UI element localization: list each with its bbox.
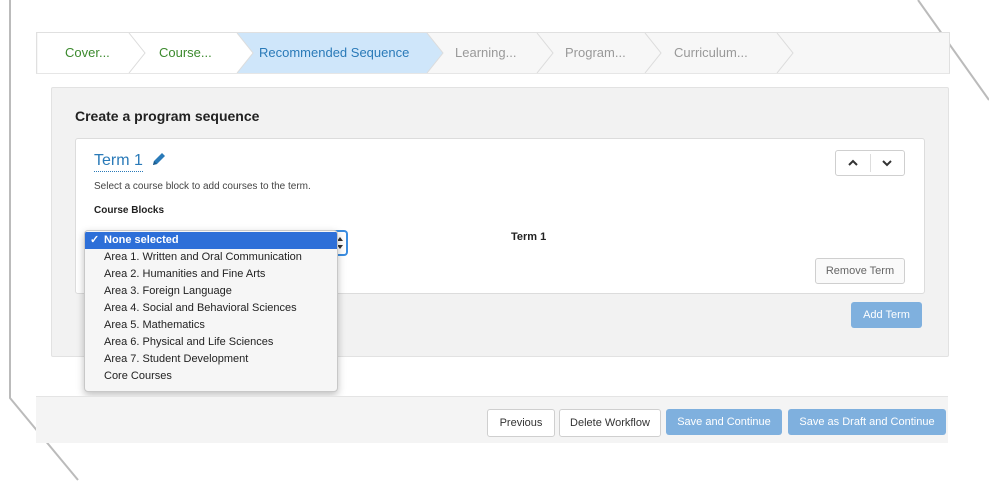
dropdown-option[interactable]: Area 1. Written and Oral Communication (85, 249, 337, 266)
remove-term-button[interactable]: Remove Term (815, 258, 905, 284)
checkmark-icon: ✓ (90, 234, 100, 246)
save-and-continue-button[interactable]: Save and Continue (666, 409, 782, 435)
delete-workflow-button[interactable]: Delete Workflow (559, 409, 661, 437)
course-blocks-label: Course Blocks (94, 205, 165, 216)
save-as-draft-button[interactable]: Save as Draft and Continue (788, 409, 946, 435)
panel-title: Create a program sequence (75, 108, 260, 124)
term-hint: Select a course block to add courses to … (94, 181, 311, 192)
move-up-button[interactable] (836, 151, 870, 175)
term-column-label: Term 1 (511, 231, 547, 243)
dropdown-option[interactable]: Area 2. Humanities and Fine Arts (85, 266, 337, 283)
move-term-controls (835, 150, 905, 176)
dropdown-option[interactable]: Area 7. Student Development (85, 351, 337, 368)
pencil-icon[interactable] (151, 151, 167, 167)
term-title[interactable]: Term 1 (94, 151, 143, 172)
dropdown-option[interactable]: Area 5. Mathematics (85, 317, 337, 334)
wizard-steps: Cover... Course... Recommended Sequence … (36, 32, 950, 74)
dropdown-option[interactable]: Area 6. Physical and Life Sciences (85, 334, 337, 351)
course-block-dropdown: ✓ None selected Area 1. Written and Oral … (84, 230, 338, 392)
add-term-button[interactable]: Add Term (851, 302, 922, 328)
chevron-down-icon (882, 160, 892, 167)
dropdown-option[interactable]: ✓ None selected (85, 232, 337, 249)
dropdown-option[interactable]: Core Courses (85, 368, 337, 385)
chevron-up-icon (848, 159, 858, 166)
previous-button[interactable]: Previous (487, 409, 555, 437)
move-down-button[interactable] (870, 151, 904, 175)
footer-actions: Previous Delete Workflow Save and Contin… (36, 396, 948, 443)
dropdown-option[interactable]: Area 4. Social and Behavioral Sciences (85, 300, 337, 317)
dropdown-option[interactable]: Area 3. Foreign Language (85, 283, 337, 300)
